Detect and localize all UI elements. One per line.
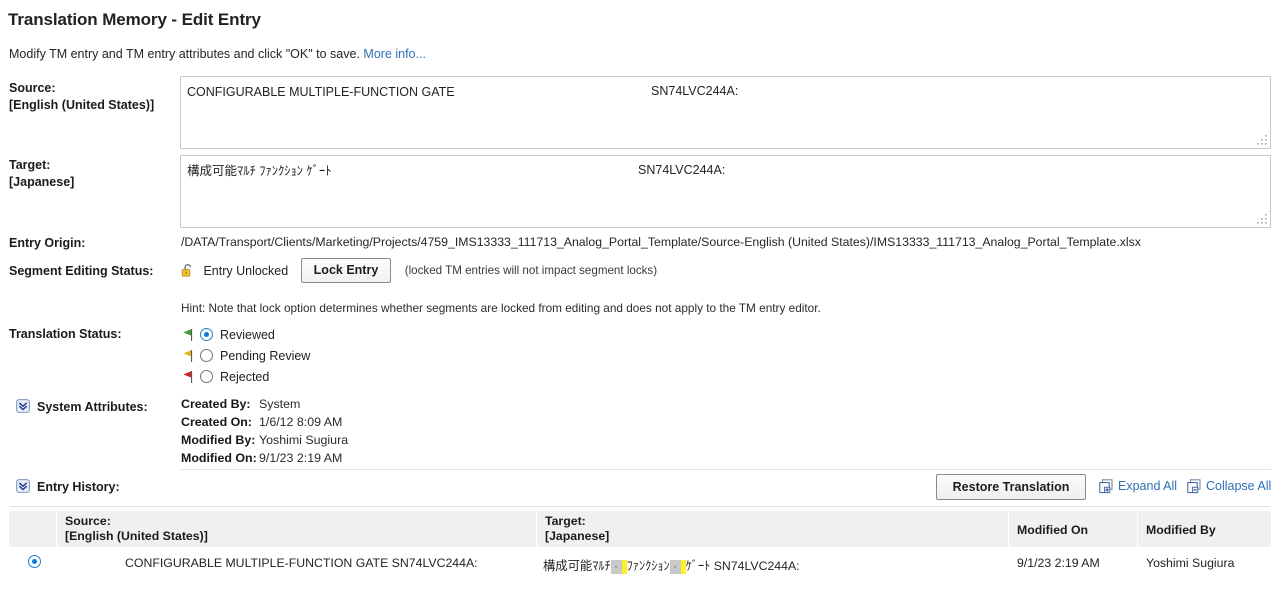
divider-top	[181, 469, 1271, 470]
expand-all-link[interactable]: Expand All	[1118, 479, 1177, 493]
radio-label-pending-review: Pending Review	[220, 349, 310, 363]
target-textarea[interactable]: 構成可能ﾏﾙﾁ ﾌｧﾝｸｼｮﾝ ｹﾞｰﾄ SN74LVC244A:	[180, 155, 1271, 228]
chevron-down-icon[interactable]	[16, 399, 30, 413]
system-attr-value: System	[259, 397, 300, 411]
system-attr-row: Created On:1/6/12 8:09 AM	[181, 415, 348, 433]
target-label: Target: [Japanese]	[9, 157, 74, 191]
flag-yellow-icon	[181, 349, 194, 363]
entry-history-label: Entry History:	[37, 479, 120, 496]
radio-option-rejected[interactable]: Rejected	[181, 366, 310, 387]
radio-label-reviewed: Reviewed	[220, 328, 275, 342]
system-attr-key: Created By:	[181, 397, 259, 411]
entry-origin-label: Entry Origin:	[9, 235, 85, 252]
system-attr-row: Created By:System	[181, 397, 348, 415]
radio-option-reviewed[interactable]: Reviewed	[181, 324, 310, 345]
lock-row: Entry Unlocked Lock Entry (locked TM ent…	[181, 258, 657, 284]
restore-translation-button[interactable]: Restore Translation	[936, 474, 1086, 500]
system-attr-row: Modified On:9/1/23 2:19 AM	[181, 451, 348, 469]
system-attr-key: Modified On:	[181, 451, 259, 465]
row-radio[interactable]	[28, 555, 41, 568]
lock-note: (locked TM entries will not impact segme…	[405, 264, 657, 277]
source-textarea[interactable]: CONFIGURABLE MULTIPLE-FUNCTION GATE SN74…	[180, 76, 1271, 149]
table-row[interactable]: CONFIGURABLE MULTIPLE-FUNCTION GATE SN74…	[9, 547, 1271, 587]
whitespace-marker: ·	[670, 560, 681, 574]
divider-bottom	[9, 506, 1271, 507]
radio-rejected[interactable]	[200, 370, 213, 383]
system-attr-key: Created On:	[181, 415, 259, 429]
collapse-all-link[interactable]: Collapse All	[1206, 479, 1271, 493]
row-modified-on-cell: 9/1/23 2:19 AM	[1009, 547, 1138, 570]
lock-status-text: Entry Unlocked	[203, 264, 288, 278]
system-attributes-list: Created By:System Created On:1/6/12 8:09…	[181, 397, 348, 469]
target-segment-2: ﾌｧﾝｸｼｮﾝ	[627, 559, 670, 573]
row-modified-by-cell: Yoshimi Sugiura	[1138, 547, 1271, 570]
table-header-row: Source: [English (United States)] Target…	[9, 511, 1271, 547]
radio-label-rejected: Rejected	[220, 370, 269, 384]
system-attr-value: 1/6/12 8:09 AM	[259, 415, 342, 429]
row-target-cell: 構成可能ﾏﾙﾁ·ﾌｧﾝｸｼｮﾝ·ｹﾞｰﾄ SN74LVC244A:	[537, 547, 1009, 574]
tm-edit-entry-page: Translation Memory - Edit Entry Modify T…	[0, 0, 1278, 603]
radio-reviewed[interactable]	[200, 328, 213, 341]
target-segment-1: 構成可能ﾏﾙﾁ	[543, 559, 611, 573]
system-attr-key: Modified By:	[181, 433, 259, 447]
lock-entry-button[interactable]: Lock Entry	[301, 258, 392, 283]
row-source-cell: CONFIGURABLE MULTIPLE-FUNCTION GATE SN74…	[57, 547, 537, 570]
column-header-select	[9, 511, 57, 547]
entry-origin-value: /DATA/Transport/Clients/Marketing/Projec…	[181, 235, 1141, 249]
more-info-link[interactable]: More info...	[363, 47, 426, 61]
resize-grip-icon[interactable]	[1256, 213, 1268, 225]
flag-red-icon	[181, 370, 194, 384]
expand-all-icon[interactable]	[1099, 479, 1114, 494]
system-attr-value: Yoshimi Sugiura	[259, 433, 348, 447]
system-attr-value: 9/1/23 2:19 AM	[259, 451, 342, 465]
target-segment-3: ｹﾞｰﾄ SN74LVC244A:	[686, 559, 800, 573]
source-label: Source: [English (United States)]	[9, 80, 154, 114]
translation-status-group: Reviewed Pending Review Rejected	[181, 324, 310, 387]
column-header-modified-on: Modified On	[1009, 511, 1138, 547]
whitespace-marker: ·	[611, 560, 622, 574]
system-attributes-label: System Attributes:	[37, 399, 148, 416]
radio-pending-review[interactable]	[200, 349, 213, 362]
lock-hint: Hint: Note that lock option determines w…	[181, 301, 821, 315]
chevron-down-icon[interactable]	[16, 479, 30, 493]
resize-grip-icon[interactable]	[1256, 134, 1268, 146]
page-title: Translation Memory - Edit Entry	[8, 10, 261, 30]
segment-editing-status-label: Segment Editing Status:	[9, 263, 153, 280]
collapse-all-icon[interactable]	[1187, 479, 1202, 494]
column-header-source: Source: [English (United States)]	[57, 511, 537, 547]
row-select-cell[interactable]	[9, 547, 57, 571]
translation-status-label: Translation Status:	[9, 326, 122, 343]
radio-option-pending-review[interactable]: Pending Review	[181, 345, 310, 366]
target-text: 構成可能ﾏﾙﾁ ﾌｧﾝｸｼｮﾝ ｹﾞｰﾄ	[187, 163, 1264, 179]
subtitle-text: Modify TM entry and TM entry attributes …	[9, 47, 360, 61]
page-subtitle: Modify TM entry and TM entry attributes …	[9, 47, 426, 61]
source-text-secondary: SN74LVC244A:	[651, 84, 738, 98]
flag-green-icon	[181, 328, 194, 342]
target-text-secondary: SN74LVC244A:	[638, 163, 725, 177]
column-header-target: Target: [Japanese]	[537, 511, 1009, 547]
system-attr-row: Modified By:Yoshimi Sugiura	[181, 433, 348, 451]
column-header-modified-by: Modified By	[1138, 511, 1271, 547]
unlock-icon	[181, 263, 195, 278]
entry-history-table: Source: [English (United States)] Target…	[9, 511, 1271, 587]
